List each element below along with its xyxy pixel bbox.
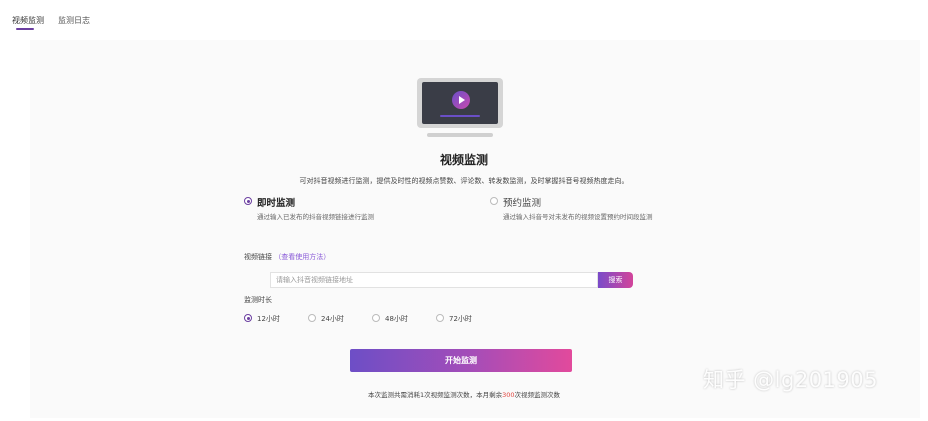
- laptop-screen: [422, 82, 498, 124]
- video-link-label-group: 视频链接 （查看使用方法）: [244, 252, 330, 262]
- duration-12h-label[interactable]: 12小时: [257, 314, 280, 324]
- duration-label: 监测时长: [244, 296, 272, 304]
- laptop-base: [427, 133, 493, 137]
- top-tab-bar: 视频监测 监测日志: [0, 0, 928, 38]
- watermark: 知乎 @lg201905: [703, 368, 879, 392]
- quota-prefix: 本次监测共需消耗1次视频监测次数，本月剩余: [367, 391, 503, 399]
- instant-monitor-desc: 通过输入已发布的抖音视频链接进行监测: [257, 213, 374, 221]
- search-button[interactable]: 搜索: [598, 272, 633, 288]
- quota-remaining: 300: [502, 391, 515, 399]
- page-title: 视频监测: [439, 153, 488, 167]
- duration-72h-label[interactable]: 72小时: [449, 314, 472, 324]
- scheduled-monitor-label[interactable]: 预约监测: [503, 195, 541, 209]
- play-icon: [452, 91, 470, 109]
- duration-48h-label[interactable]: 48小时: [385, 314, 408, 324]
- video-link-label: 视频链接: [244, 253, 272, 261]
- quota-suffix: 次视频监测次数: [514, 391, 561, 399]
- laptop-video-illustration: [417, 78, 503, 140]
- duration-24h-radio[interactable]: [308, 314, 316, 322]
- duration-72h-radio[interactable]: [436, 314, 444, 322]
- start-monitor-button[interactable]: 开始监测: [350, 349, 572, 372]
- usage-help-link[interactable]: （查看使用方法）: [274, 253, 330, 261]
- laptop-screen-frame: [417, 78, 503, 128]
- tab-video-monitor[interactable]: 视频监测: [12, 15, 44, 26]
- video-link-input[interactable]: [270, 272, 598, 288]
- instant-monitor-radio[interactable]: [244, 197, 252, 205]
- tab-monitor-log[interactable]: 监测日志: [58, 15, 90, 26]
- progress-line: [440, 115, 480, 117]
- scheduled-monitor-desc: 通过输入抖音号对未发布的视频设置预约时间段监测: [503, 213, 653, 221]
- instant-monitor-label[interactable]: 即时监测: [257, 195, 295, 209]
- duration-48h-radio[interactable]: [372, 314, 380, 322]
- scheduled-monitor-radio[interactable]: [490, 197, 498, 205]
- active-tab-indicator: [16, 28, 34, 30]
- duration-24h-label[interactable]: 24小时: [321, 314, 344, 324]
- page-description: 可对抖音视频进行监测，提供及时性的视频点赞数、评论数、转发数监测，及时掌握抖音号…: [299, 177, 629, 185]
- duration-12h-radio[interactable]: [244, 314, 252, 322]
